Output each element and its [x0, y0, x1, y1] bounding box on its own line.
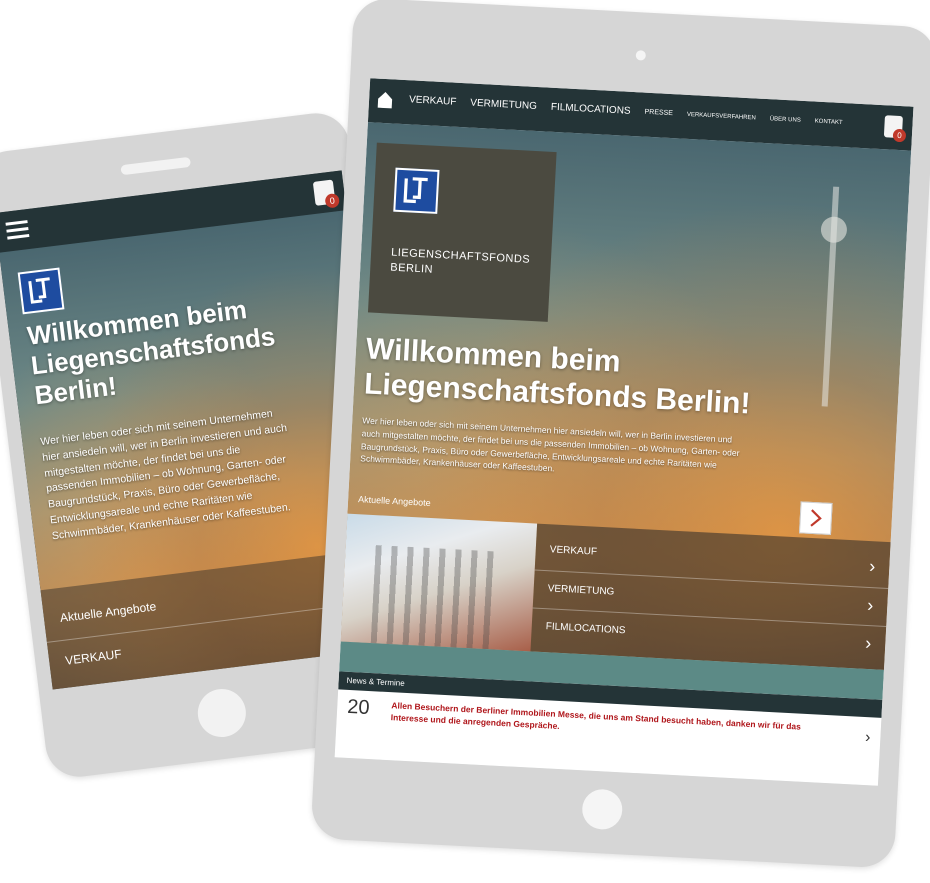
cart-icon[interactable]: 0 — [312, 179, 341, 209]
hero-title: Willkommen beim Liegenschaftsfonds Berli… — [25, 294, 277, 411]
chevron-right-icon: › — [868, 555, 876, 576]
chevron-right-icon[interactable]: › — [865, 729, 871, 747]
menu-icon[interactable] — [5, 220, 30, 241]
tv-tower-sphere — [820, 216, 848, 244]
hero-description: Wer hier leben oder sich mit seinem Unte… — [39, 407, 292, 542]
tablet-device: VERKAUF VERMIETUNG FILMLOCATIONS PRESSE … — [310, 0, 930, 869]
phone-home-button[interactable] — [195, 686, 249, 740]
nav-verkaufsverfahren[interactable]: VERKAUFSVERFAHREN — [687, 111, 756, 121]
nav-filmlocations[interactable]: FILMLOCATIONS — [551, 102, 631, 117]
logo-icon — [393, 167, 440, 214]
main-nav: VERKAUF VERMIETUNG FILMLOCATIONS PRESSE … — [409, 94, 873, 129]
cart-icon[interactable]: 0 — [883, 115, 907, 143]
nav-presse[interactable]: PRESSE — [644, 109, 673, 117]
building-photo — [340, 513, 538, 652]
offers-label: Aktuelle Angebote — [357, 494, 431, 508]
offers-list: VERKAUF › VERMIETUNG › FILMLOCATIONS › — [530, 523, 891, 670]
cart-count-badge: 0 — [324, 192, 341, 209]
tablet-home-button[interactable] — [581, 788, 624, 831]
home-icon[interactable] — [377, 91, 394, 110]
nav-kontakt[interactable]: KONTAKT — [815, 118, 843, 125]
tablet-camera — [635, 50, 647, 61]
logo-icon — [17, 267, 65, 315]
chevron-right-icon: › — [864, 632, 872, 653]
brand-name: LIEGENSCHAFTSFONDS BERLIN — [390, 246, 531, 276]
hero-title: Willkommen beim Liegenschaftsfonds Berli… — [363, 332, 752, 421]
nav-vermietung[interactable]: VERMIETUNG — [470, 98, 537, 112]
chevron-right-icon — [810, 509, 822, 527]
chevron-right-icon: › — [866, 594, 874, 615]
brand-box: LIEGENSCHAFTSFONDS BERLIN — [367, 142, 557, 322]
tablet-screen: VERKAUF VERMIETUNG FILMLOCATIONS PRESSE … — [334, 78, 914, 786]
cart-count-badge: 0 — [892, 128, 907, 143]
nav-verkauf[interactable]: VERKAUF — [409, 94, 457, 107]
nav-ueber-uns[interactable]: ÜBER UNS — [770, 116, 801, 124]
hero-description: Wer hier leben oder sich mit seinem Unte… — [360, 415, 740, 474]
hero-next-button[interactable] — [798, 501, 833, 535]
phone-speaker — [120, 156, 192, 176]
news-day: 20 — [346, 695, 371, 720]
tablet-hero: LIEGENSCHAFTSFONDS BERLIN Willkommen bei… — [340, 122, 912, 670]
